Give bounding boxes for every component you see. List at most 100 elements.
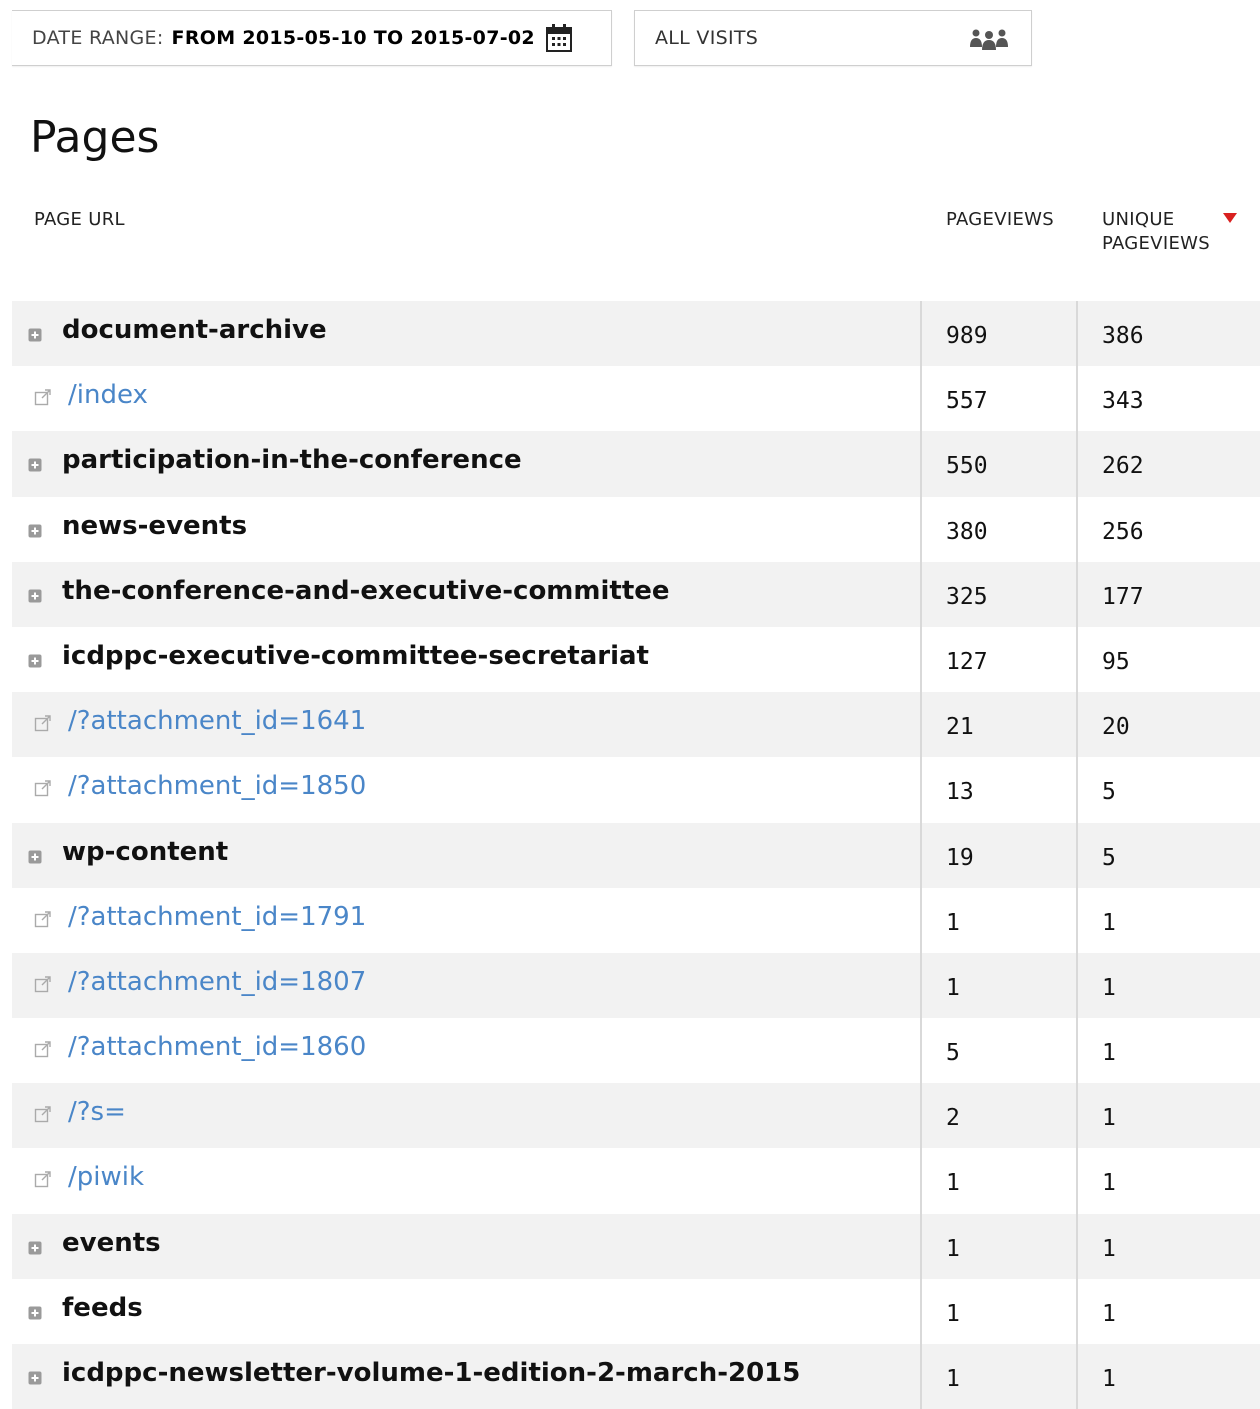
sort-desc-icon[interactable] <box>1222 212 1238 224</box>
unique-pageviews-value: 1 <box>1102 909 1116 936</box>
expand-plus-icon[interactable] <box>28 1241 42 1255</box>
page-link[interactable]: /?attachment_id=1807 <box>68 967 366 997</box>
cell-pageviews: 1 <box>922 1148 1078 1214</box>
external-link-icon[interactable] <box>34 1040 52 1058</box>
unique-pageviews-value: 1 <box>1102 974 1116 1001</box>
page-link[interactable]: /?attachment_id=1850 <box>68 771 366 801</box>
cell-unique-pageviews: 95 <box>1078 627 1260 692</box>
cell-unique-pageviews: 256 <box>1078 497 1260 562</box>
calendar-icon[interactable] <box>545 23 573 53</box>
pageviews-value: 557 <box>946 388 988 415</box>
cell-page-url: participation-in-the-conference <box>12 431 922 497</box>
external-link-icon[interactable] <box>34 714 52 732</box>
unique-pageviews-value: 5 <box>1102 844 1116 871</box>
folder-label[interactable]: the-conference-and-executive-committee <box>62 576 670 606</box>
cell-page-url: /?attachment_id=1807 <box>12 952 922 1019</box>
table-row[interactable]: /?s= 2 1 <box>12 1083 1260 1149</box>
external-link-icon[interactable] <box>34 388 52 406</box>
pageviews-value: 380 <box>946 518 988 545</box>
folder-label[interactable]: news-events <box>62 511 247 541</box>
unique-pageviews-value: 386 <box>1102 323 1144 349</box>
expand-plus-icon[interactable] <box>28 1306 42 1320</box>
expand-plus-icon[interactable] <box>28 589 42 603</box>
table-row[interactable]: participation-in-the-conference 550 262 <box>12 431 1260 497</box>
folder-label[interactable]: participation-in-the-conference <box>62 445 522 475</box>
column-header-unique-pageviews[interactable]: UNIQUE PAGEVIEWS <box>1102 208 1222 256</box>
cell-unique-pageviews: 1 <box>1078 1344 1260 1409</box>
pageviews-value: 5 <box>946 1040 960 1067</box>
table-row[interactable]: feeds 1 1 <box>12 1278 1260 1344</box>
cell-unique-pageviews: 1 <box>1078 1018 1260 1083</box>
table-row[interactable]: news-events 380 256 <box>12 496 1260 562</box>
expand-plus-icon[interactable] <box>28 850 42 864</box>
table-row[interactable]: /?attachment_id=1860 5 1 <box>12 1018 1260 1084</box>
cell-unique-pageviews: 20 <box>1078 692 1260 757</box>
external-link-icon[interactable] <box>34 975 52 993</box>
table-row[interactable]: /?attachment_id=1641 21 20 <box>12 692 1260 758</box>
folder-label[interactable]: wp-content <box>62 837 228 867</box>
page-link[interactable]: /?attachment_id=1860 <box>68 1032 366 1062</box>
expand-plus-icon[interactable] <box>28 1371 42 1385</box>
table-row[interactable]: /piwik 1 1 <box>12 1148 1260 1214</box>
expand-plus-icon[interactable] <box>28 328 42 342</box>
expand-plus-icon[interactable] <box>28 524 42 538</box>
column-header-page-url[interactable]: PAGE URL <box>34 208 125 232</box>
table-row[interactable]: wp-content 19 5 <box>12 822 1260 888</box>
table-row[interactable]: events 1 1 <box>12 1213 1260 1279</box>
page-link[interactable]: /?attachment_id=1791 <box>68 902 366 932</box>
date-range-value: FROM 2015-05-10 TO 2015-07-02 <box>171 27 535 49</box>
cell-page-url: /?attachment_id=1850 <box>12 757 922 823</box>
cell-pageviews: 21 <box>922 692 1078 758</box>
external-link-icon[interactable] <box>34 1105 52 1123</box>
page-link[interactable]: /piwik <box>68 1162 144 1192</box>
page-link[interactable]: /?s= <box>68 1097 126 1127</box>
date-range-label: DATE RANGE: <box>32 27 164 49</box>
cell-pageviews: 1 <box>922 1344 1078 1409</box>
cell-pageviews: 1 <box>922 1278 1078 1344</box>
folder-label[interactable]: icdppc-newsletter-volume-1-edition-2-mar… <box>62 1358 800 1388</box>
cell-page-url: events <box>12 1213 922 1279</box>
page-link[interactable]: /?attachment_id=1641 <box>68 706 366 736</box>
cell-unique-pageviews: 386 <box>1078 301 1260 366</box>
cell-pageviews: 2 <box>922 1083 1078 1149</box>
cell-pageviews: 19 <box>922 822 1078 888</box>
table-row[interactable]: /?attachment_id=1791 1 1 <box>12 887 1260 953</box>
folder-label[interactable]: feeds <box>62 1293 143 1323</box>
unique-pageviews-value: 1 <box>1102 1105 1116 1132</box>
unique-pageviews-value: 1 <box>1102 1300 1116 1327</box>
cell-unique-pageviews: 5 <box>1078 757 1260 822</box>
folder-label[interactable]: icdppc-executive-committee-secretariat <box>62 641 649 671</box>
cell-page-url: /index <box>12 366 922 432</box>
table-row[interactable]: icdppc-newsletter-volume-1-edition-2-mar… <box>12 1344 1260 1409</box>
cell-page-url: icdppc-executive-committee-secretariat <box>12 626 922 693</box>
segment-selector[interactable]: ALL VISITS <box>634 10 1032 66</box>
column-header-pageviews[interactable]: PAGEVIEWS <box>946 208 1054 232</box>
page-link[interactable]: /index <box>68 380 148 410</box>
table-row[interactable]: /index 557 343 <box>12 366 1260 432</box>
external-link-icon[interactable] <box>34 1170 52 1188</box>
cell-pageviews: 127 <box>922 626 1078 693</box>
folder-label[interactable]: events <box>62 1228 161 1258</box>
cell-unique-pageviews: 1 <box>1078 953 1260 1018</box>
cell-page-url: document-archive <box>12 301 922 367</box>
table-row[interactable]: the-conference-and-executive-committee 32… <box>12 561 1260 627</box>
pageviews-value: 13 <box>946 779 974 806</box>
unique-pageviews-value: 1 <box>1102 1366 1116 1392</box>
pageviews-value: 127 <box>946 648 988 675</box>
external-link-icon[interactable] <box>34 910 52 928</box>
table-row[interactable]: /?attachment_id=1850 13 5 <box>12 757 1260 823</box>
cell-page-url: /piwik <box>12 1148 922 1214</box>
folder-label[interactable]: document-archive <box>62 315 327 345</box>
pageviews-value: 1 <box>946 1300 960 1327</box>
date-range-selector[interactable]: DATE RANGE: FROM 2015-05-10 TO 2015-07-0… <box>12 10 612 66</box>
cell-pageviews: 1 <box>922 1213 1078 1279</box>
expand-plus-icon[interactable] <box>28 654 42 668</box>
table-row[interactable]: /?attachment_id=1807 1 1 <box>12 952 1260 1019</box>
external-link-icon[interactable] <box>34 779 52 797</box>
pageviews-value: 1 <box>946 1366 960 1392</box>
expand-plus-icon[interactable] <box>28 458 42 472</box>
table-row[interactable]: icdppc-executive-committee-secretariat 12… <box>12 626 1260 693</box>
table-row[interactable]: document-archive 989 386 <box>12 301 1260 367</box>
cell-unique-pageviews: 1 <box>1078 1148 1260 1213</box>
segment-label: ALL VISITS <box>655 27 759 49</box>
